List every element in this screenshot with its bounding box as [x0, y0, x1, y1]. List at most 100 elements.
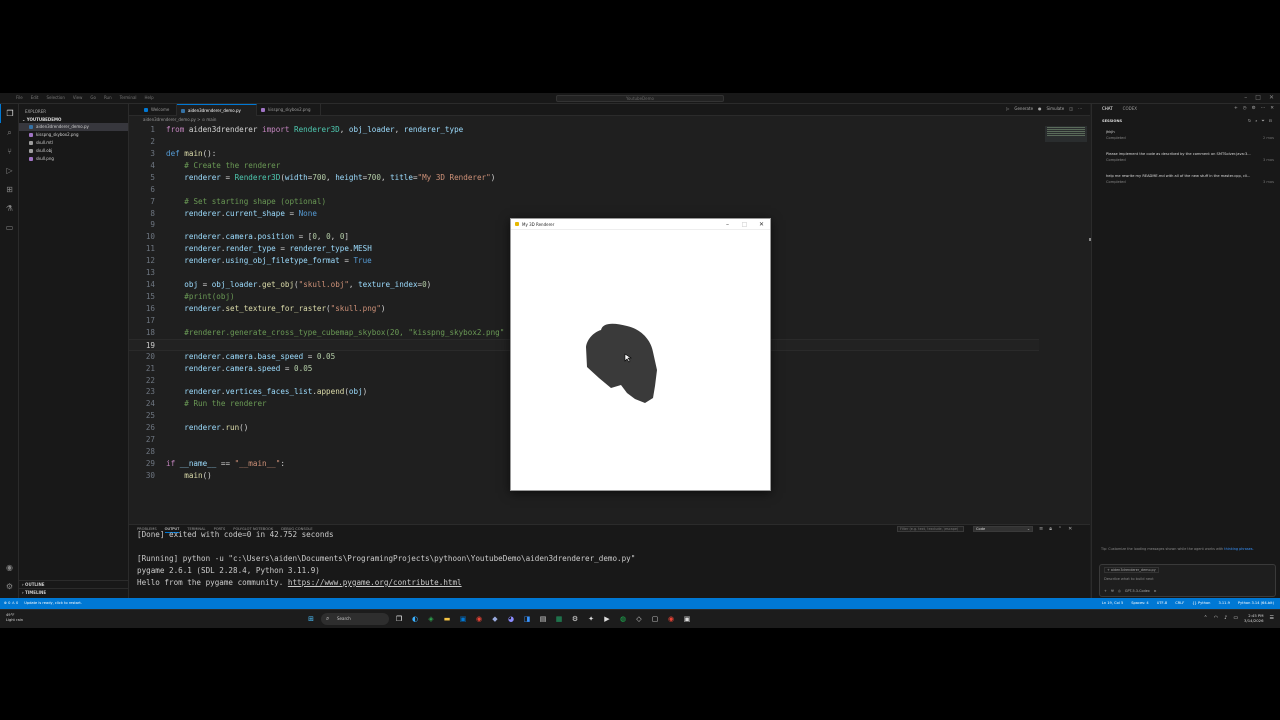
more-actions-icon[interactable]: ⋯: [1078, 106, 1082, 111]
files-icon[interactable]: ❐: [0, 104, 19, 123]
chrome-icon[interactable]: ◉: [665, 613, 677, 625]
maximize-icon[interactable]: □: [736, 219, 753, 230]
add-context-icon[interactable]: +: [1104, 589, 1107, 593]
run-debug-icon[interactable]: ▷: [0, 161, 19, 180]
store-icon[interactable]: ▣: [457, 613, 469, 625]
status-item[interactable]: Python 3.14 (64-bit): [1238, 601, 1274, 605]
filter-icon[interactable]: ⏷: [1261, 118, 1264, 123]
minimize-icon[interactable]: –: [1244, 94, 1247, 101]
status-item[interactable]: Spaces: 4: [1131, 601, 1148, 605]
chat-input-box[interactable]: + aiden3drenderer_demo.py Describe what …: [1099, 564, 1276, 597]
account-icon[interactable]: ◉: [0, 558, 19, 577]
render-canvas[interactable]: [511, 230, 770, 490]
app-icon[interactable]: ▢: [649, 613, 661, 625]
status-item[interactable]: CRLF: [1175, 601, 1184, 605]
task-view-icon[interactable]: ❐: [393, 613, 405, 625]
settings-gear-icon[interactable]: ⚙: [0, 577, 19, 596]
breadcrumb[interactable]: aiden3drenderer_demo.py > ⊙ main: [143, 117, 216, 123]
start-icon[interactable]: ⊞: [305, 613, 317, 625]
add-icon[interactable]: +: [1234, 106, 1238, 111]
notifications-icon[interactable]: ☰: [1270, 615, 1274, 621]
volume-icon[interactable]: ♪: [1224, 615, 1227, 621]
file-item[interactable]: aiden3drenderer_demo.py: [19, 123, 128, 131]
close-icon[interactable]: ✕: [753, 219, 770, 230]
status-item[interactable]: Update is ready, click to restart.: [24, 601, 82, 605]
remote-icon[interactable]: ▭: [0, 218, 19, 237]
menu-item-run[interactable]: Run: [104, 95, 112, 100]
close-panel-icon[interactable]: ✕: [1068, 526, 1072, 532]
chat-tab-chat[interactable]: CHAT: [1102, 106, 1113, 111]
file-item[interactable]: skull.obj: [19, 147, 128, 155]
menu-item-go[interactable]: Go: [90, 95, 96, 100]
vscode-icon[interactable]: ◨: [521, 613, 533, 625]
status-item[interactable]: ⊗ 0 ⚠ 0: [4, 601, 18, 605]
editor-tab[interactable]: Welcome: [140, 104, 177, 116]
output-channel-select[interactable]: Code ⌄: [973, 526, 1033, 532]
session-item[interactable]: jhkjh Completed 2 mos: [1106, 130, 1276, 140]
tip-link[interactable]: thinking phrases.: [1224, 547, 1253, 551]
status-item[interactable]: 3.11.9: [1218, 601, 1229, 605]
send-icon[interactable]: ➤: [1154, 589, 1157, 593]
menu-item-selection[interactable]: Selection: [46, 95, 64, 100]
settings-icon[interactable]: ⚙: [1252, 106, 1256, 111]
output-filter-input[interactable]: Filter (e.g. text, !exclude, \escape): [897, 526, 964, 532]
chrome-icon[interactable]: ◉: [473, 613, 485, 625]
tools-icon[interactable]: ⚒: [1111, 589, 1114, 593]
history-icon[interactable]: ◷: [1243, 106, 1247, 111]
weather-widget[interactable]: 49°F Light rain: [6, 613, 23, 623]
maximize-panel-icon[interactable]: ⌃: [1058, 526, 1062, 532]
collapse-icon[interactable]: ⊟: [1269, 118, 1272, 123]
maximize-icon[interactable]: □: [1255, 94, 1261, 101]
file-item[interactable]: kisspng_skybox2.png: [19, 131, 128, 139]
renderer-titlebar[interactable]: My 3D Renderer – □ ✕: [511, 219, 770, 230]
refresh-icon[interactable]: ↻: [1248, 118, 1251, 123]
chat-tab-codex[interactable]: CODEX: [1123, 106, 1137, 111]
menu-item-help[interactable]: Help: [145, 95, 154, 100]
outline-section[interactable]: › OUTLINE: [19, 580, 129, 588]
settings-icon[interactable]: ⚙: [569, 613, 581, 625]
edge-icon[interactable]: ◐: [409, 613, 421, 625]
workspace-root[interactable]: ⌄ YOUTUBEDEMO: [19, 116, 128, 123]
search-icon[interactable]: ⌕: [1255, 118, 1257, 123]
menu-item-edit[interactable]: Edit: [31, 95, 39, 100]
timeline-section[interactable]: › TIMELINE: [19, 588, 129, 596]
search-box[interactable]: Search: [321, 613, 389, 625]
generate-button[interactable]: Generate: [1014, 106, 1033, 111]
status-item[interactable]: Ln 19, Col 5: [1102, 601, 1123, 605]
command-center[interactable]: YoutubeDemo: [556, 95, 724, 102]
spotify-icon[interactable]: ◍: [617, 613, 629, 625]
testing-icon[interactable]: ⚗: [0, 199, 19, 218]
minimize-icon[interactable]: –: [719, 219, 736, 230]
app-icon[interactable]: ◈: [425, 613, 437, 625]
agent-icon[interactable]: ◎: [1118, 589, 1121, 593]
chevron-up-icon[interactable]: ⌃: [1204, 615, 1208, 621]
menu-item-view[interactable]: View: [73, 95, 83, 100]
pygame-link[interactable]: https://www.pygame.org/contribute.html: [288, 578, 462, 587]
source-control-icon[interactable]: ⑂: [0, 142, 19, 161]
file-explorer-icon[interactable]: ▬: [441, 613, 453, 625]
simulate-button[interactable]: Simulate: [1047, 106, 1065, 111]
app-icon[interactable]: ▤: [537, 613, 549, 625]
pygame-window-icon[interactable]: ▣: [681, 613, 693, 625]
battery-icon[interactable]: ▭: [1233, 615, 1238, 621]
session-item[interactable]: Please implement the code as described b…: [1106, 152, 1276, 162]
chat-input[interactable]: Describe what to build next: [1104, 577, 1154, 581]
file-item[interactable]: skull.mtl: [19, 139, 128, 147]
app-icon[interactable]: ✦: [585, 613, 597, 625]
excel-icon[interactable]: ▦: [553, 613, 565, 625]
editor-tab[interactable]: kisspng_skybox2.png: [257, 104, 321, 116]
menu-item-file[interactable]: File: [16, 95, 23, 100]
more-icon[interactable]: ⋯: [1261, 106, 1266, 111]
app-icon[interactable]: ◇: [633, 613, 645, 625]
discord-icon[interactable]: ◕: [505, 613, 517, 625]
file-item[interactable]: skull.png: [19, 155, 128, 163]
search-icon[interactable]: ⌕: [0, 123, 19, 142]
app-icon[interactable]: ◆: [489, 613, 501, 625]
editor-tab[interactable]: aiden3drenderer_demo.py: [177, 104, 257, 116]
model-picker[interactable]: GPT-5.3-Codex: [1125, 589, 1150, 593]
clear-output-icon[interactable]: ≡: [1039, 526, 1043, 532]
split-editor-icon[interactable]: ◫: [1069, 106, 1073, 111]
status-item[interactable]: {} Python: [1192, 601, 1210, 605]
close-icon[interactable]: ✕: [1270, 106, 1274, 111]
app-icon[interactable]: ▶: [601, 613, 613, 625]
